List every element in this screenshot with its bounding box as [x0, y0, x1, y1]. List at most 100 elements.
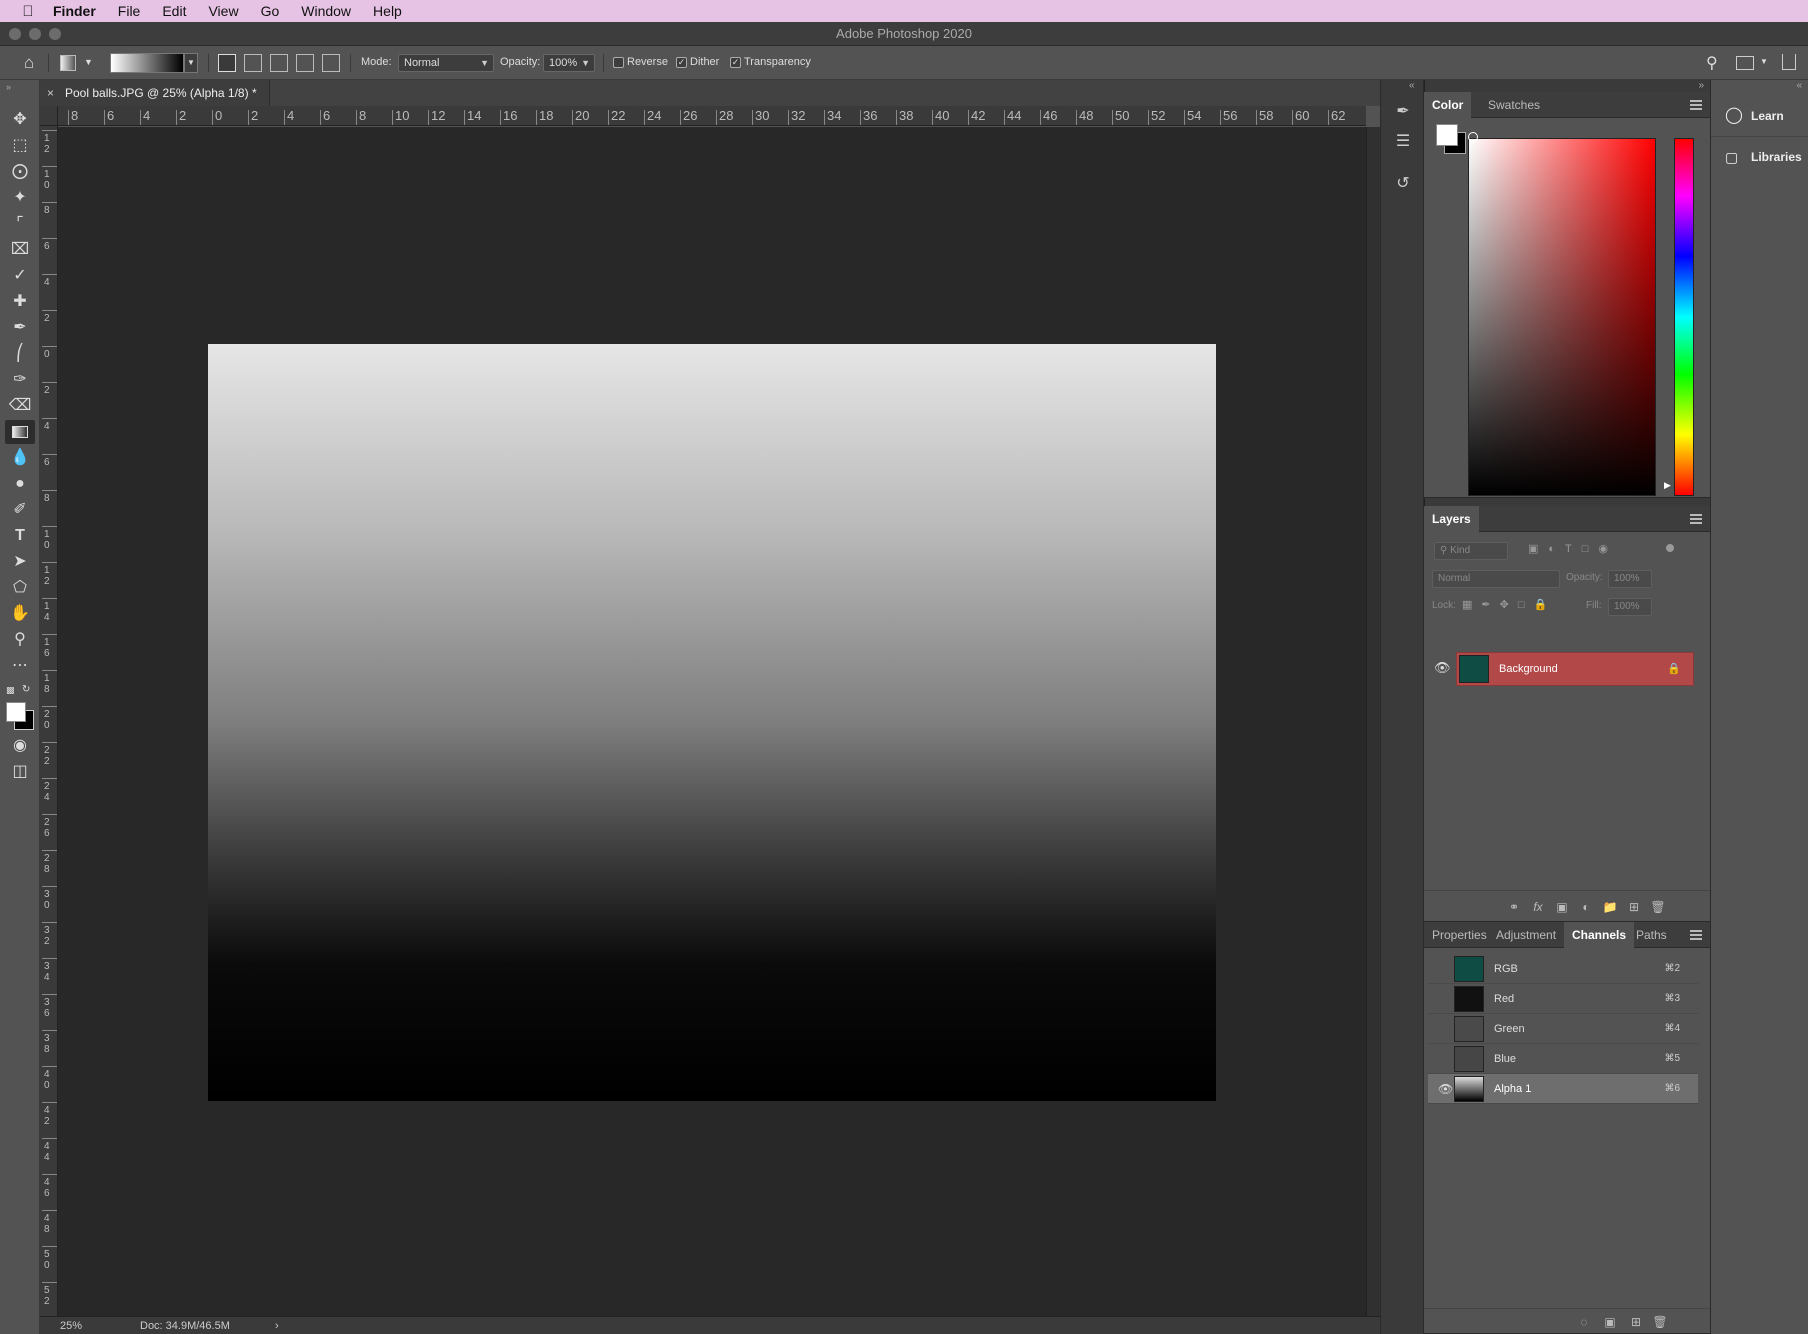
default-colors-icon[interactable]: ▩	[6, 685, 15, 696]
link-layers-icon[interactable]: ⚭	[1506, 899, 1522, 915]
channel-row-rgb[interactable]: RGB ⌘2	[1428, 954, 1698, 984]
history-icon[interactable]: ↺	[1391, 172, 1415, 196]
gradient-tool-preset-icon[interactable]	[60, 55, 76, 71]
chevron-down-icon[interactable]: ▼	[84, 57, 93, 67]
marquee-tool-icon[interactable]: ⬚	[5, 134, 35, 158]
gradient-preview[interactable]	[110, 53, 184, 73]
eyedropper-tool-icon[interactable]: ✓	[5, 264, 35, 288]
hand-tool-icon[interactable]: ✋	[5, 602, 35, 626]
zoom-window-button[interactable]	[49, 28, 61, 40]
panel-menu-icon[interactable]	[1690, 930, 1702, 940]
close-tab-icon[interactable]: ×	[47, 80, 54, 106]
layer-kind-filter[interactable]: ⚲ Kind	[1434, 542, 1508, 560]
collapse-icon[interactable]: «	[1796, 80, 1802, 91]
dither-checkbox[interactable]: ✓	[676, 57, 687, 68]
home-icon[interactable]: ⌂	[18, 53, 40, 73]
fx-icon[interactable]: fx	[1530, 899, 1546, 915]
collapse-toolbar-icon[interactable]: »	[6, 82, 11, 92]
lasso-tool-icon[interactable]: ⨀	[5, 160, 35, 184]
color-field[interactable]	[1468, 138, 1656, 496]
crop-tool-icon[interactable]: ⌜	[5, 212, 35, 236]
libraries-item[interactable]: ▢ Libraries	[1711, 136, 1808, 176]
history-brush-tool-icon[interactable]: ✑	[5, 368, 35, 392]
new-channel-icon[interactable]: ⊞	[1628, 1314, 1644, 1330]
dodge-tool-icon[interactable]: ●	[5, 472, 35, 496]
horizontal-ruler[interactable]: 8 6 4 2 0 2 4 6 8 10 12 14 16 18 20 22 24 26 28 30 32 34 36 38 4…	[58, 106, 1366, 126]
vertical-ruler[interactable]: 12 10 8 6 4 2 0 2 4 6 8 10 12 14 16 18 20 22 24 26 28 30 32 34 3…	[40, 126, 58, 1316]
panel-menu-icon[interactable]	[1690, 100, 1702, 110]
angle-gradient-icon[interactable]	[270, 54, 288, 72]
chevron-down-icon[interactable]: ▼	[1760, 57, 1768, 66]
tab-layers[interactable]: Layers	[1424, 506, 1479, 532]
workspace-icon[interactable]	[1736, 56, 1754, 70]
new-group-icon[interactable]: 📁	[1602, 899, 1618, 915]
apple-menu-icon[interactable]: 	[14, 3, 42, 20]
menu-file[interactable]: File	[107, 0, 152, 22]
quick-mask-icon[interactable]: ◉	[5, 734, 35, 758]
brush-tool-icon[interactable]: ✒	[5, 316, 35, 340]
reverse-checkbox[interactable]	[613, 57, 624, 68]
menu-go[interactable]: Go	[250, 0, 291, 22]
blend-mode-select[interactable]: Normal	[1432, 570, 1560, 588]
swap-colors-icon[interactable]: ↻	[22, 684, 30, 695]
layer-filter-icons[interactable]: ▣◐T□◉	[1528, 542, 1658, 560]
panel-menu-icon[interactable]	[1690, 514, 1702, 524]
frame-tool-icon[interactable]: ⌧	[5, 238, 35, 262]
zoom-tool-icon[interactable]: ⚲	[5, 628, 35, 652]
shape-tool-icon[interactable]: ⬠	[5, 576, 35, 600]
more-tools-icon[interactable]: ⋯	[5, 654, 35, 678]
hue-slider-handle[interactable]: ▶	[1664, 480, 1671, 491]
chevron-right-icon[interactable]: ›	[275, 1317, 279, 1334]
healing-tool-icon[interactable]: ✚	[5, 290, 35, 314]
minimize-window-button[interactable]	[29, 28, 41, 40]
close-window-button[interactable]	[9, 28, 21, 40]
color-picker-cursor[interactable]	[1468, 132, 1478, 142]
radial-gradient-icon[interactable]	[244, 54, 262, 72]
learn-item[interactable]: ◯ Learn	[1711, 96, 1808, 136]
channel-row-green[interactable]: Green ⌘4	[1428, 1014, 1698, 1044]
tab-channels[interactable]: Channels	[1564, 922, 1635, 948]
filter-toggle-icon[interactable]	[1666, 544, 1674, 552]
stamp-tool-icon[interactable]: ⎛	[5, 342, 35, 366]
menu-help[interactable]: Help	[362, 0, 413, 22]
menu-view[interactable]: View	[197, 0, 249, 22]
vertical-scrollbar[interactable]	[1366, 127, 1380, 1316]
eraser-tool-icon[interactable]: ⌫	[5, 394, 35, 418]
menu-edit[interactable]: Edit	[151, 0, 197, 22]
adjustments-icon[interactable]: ☰	[1391, 130, 1415, 154]
foreground-color-swatch[interactable]	[1436, 124, 1458, 146]
linear-gradient-icon[interactable]	[218, 54, 236, 72]
pen-tool-icon[interactable]: ✐	[5, 498, 35, 522]
layer-row-background[interactable]: Background 🔒	[1456, 652, 1694, 686]
channel-row-alpha-1[interactable]: 👁 Alpha 1 ⌘6	[1428, 1074, 1698, 1104]
hue-slider[interactable]	[1674, 138, 1694, 496]
share-icon[interactable]	[1782, 54, 1796, 70]
menu-window[interactable]: Window	[290, 0, 362, 22]
lock-icons[interactable]: ▦✒✥□🔒	[1462, 598, 1556, 611]
tab-swatches[interactable]: Swatches	[1480, 92, 1548, 118]
move-tool-icon[interactable]: ✥	[5, 108, 35, 132]
eye-icon[interactable]: 👁	[1434, 660, 1451, 676]
channel-row-red[interactable]: Red ⌘3	[1428, 984, 1698, 1014]
diamond-gradient-icon[interactable]	[322, 54, 340, 72]
zoom-level[interactable]: 25%	[60, 1317, 82, 1334]
channel-row-blue[interactable]: Blue ⌘5	[1428, 1044, 1698, 1074]
type-tool-icon[interactable]: T	[5, 524, 35, 548]
layer-opacity-field[interactable]: 100%	[1608, 570, 1652, 588]
add-mask-icon[interactable]: ▣	[1554, 899, 1570, 915]
document-tab[interactable]: × Pool balls.JPG @ 25% (Alpha 1/8) *	[40, 80, 270, 106]
trash-icon[interactable]: 🗑	[1650, 899, 1666, 915]
path-select-tool-icon[interactable]: ➤	[5, 550, 35, 574]
mode-select[interactable]: Normal ▼	[398, 54, 494, 72]
new-layer-icon[interactable]: ⊞	[1626, 899, 1642, 915]
opacity-field[interactable]: 100% ▼	[543, 54, 595, 72]
menu-finder[interactable]: Finder	[42, 0, 107, 22]
ruler-origin[interactable]	[40, 106, 58, 126]
search-icon[interactable]: ⚲	[1706, 53, 1718, 73]
brush-settings-icon[interactable]: ✒	[1391, 100, 1415, 124]
transparency-checkbox[interactable]: ✓	[730, 57, 741, 68]
document-canvas[interactable]	[208, 344, 1216, 1101]
eye-icon[interactable]: 👁	[1438, 1074, 1453, 1104]
tab-paths[interactable]: Paths	[1628, 922, 1675, 948]
save-selection-icon[interactable]: ▣	[1602, 1314, 1618, 1330]
